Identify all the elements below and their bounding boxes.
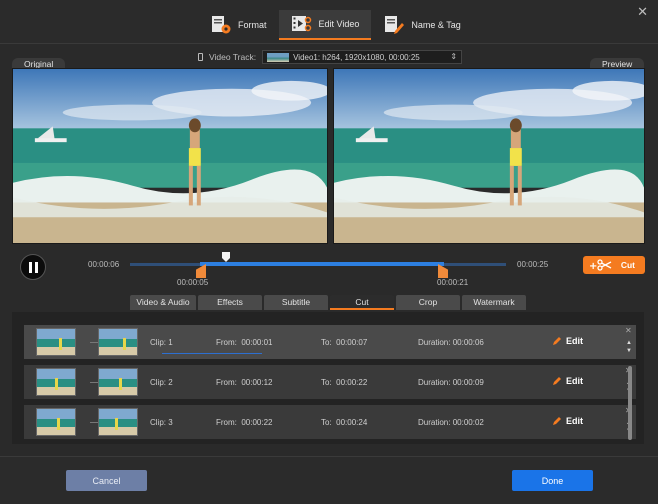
video-track-icon <box>198 53 203 61</box>
video-track-select[interactable]: Video1: h264, 1920x1080, 00:00:25 ⇕ <box>262 50 463 64</box>
timeline-selection <box>200 262 444 266</box>
done-button[interactable]: Done <box>512 470 593 491</box>
clip-label: Clip: 3 <box>150 418 173 427</box>
clip-progress-underline <box>162 353 262 354</box>
clip-to: To: 00:00:22 <box>321 378 368 387</box>
clip-start-thumbnail <box>36 328 76 356</box>
clip-to-value: 00:00:24 <box>336 418 368 427</box>
tab-video-audio[interactable]: Video & Audio <box>130 295 196 310</box>
edit-label: Edit <box>566 336 583 346</box>
cancel-button[interactable]: Cancel <box>66 470 147 491</box>
beach-scene-image <box>13 69 327 243</box>
video-track-row: Video Track: Video1: h264, 1920x1080, 00… <box>198 50 463 64</box>
clip-label: Clip: 2 <box>150 378 173 387</box>
video-track-thumbnail <box>267 52 290 62</box>
tab-effects[interactable]: Effects <box>198 295 262 310</box>
move-down-icon[interactable]: ▼ <box>626 348 632 354</box>
cut-button[interactable]: + Cut <box>583 256 645 274</box>
svg-text:+: + <box>589 261 597 271</box>
clip-from: From: 00:00:22 <box>216 418 273 427</box>
original-video <box>12 68 328 244</box>
main-tabs: Format Edit Video Name & Tag <box>198 10 473 40</box>
preview-video <box>333 68 645 244</box>
edit-label: Edit <box>566 376 583 386</box>
total-time: 00:00:25 <box>517 260 549 269</box>
clip-to-value: 00:00:07 <box>336 338 368 347</box>
pencil-icon <box>553 377 561 385</box>
tab-crop[interactable]: Crop <box>396 295 460 310</box>
pause-icon-bar <box>34 261 38 273</box>
clip-start-thumbnail <box>36 408 76 436</box>
clip-list-scrollbar[interactable] <box>628 366 632 440</box>
pause-icon-bar <box>28 261 32 273</box>
playhead-handle[interactable] <box>222 252 230 262</box>
clip-from-value: 00:00:12 <box>241 378 273 387</box>
clip-from-value: 00:00:01 <box>241 338 273 347</box>
scissors-icon: + <box>589 259 612 271</box>
clip-from: From: 00:00:01 <box>216 338 273 347</box>
video-track-value: Video1: h264, 1920x1080, 00:00:25 <box>293 52 420 62</box>
clip-number: 3 <box>168 418 173 427</box>
clip-duration-value: 00:00:06 <box>452 338 484 347</box>
end-trim-handle[interactable] <box>438 264 448 278</box>
video-track-label: Video Track: <box>209 52 257 62</box>
edit-clip-button[interactable]: Edit <box>552 416 583 426</box>
tab-format[interactable]: Format <box>198 10 279 40</box>
move-up-icon[interactable]: ▲ <box>626 340 632 346</box>
current-time: 00:00:06 <box>88 260 120 269</box>
cut-button-label: Cut <box>620 260 635 270</box>
format-icon <box>212 16 231 34</box>
clip-end-thumbnail <box>98 328 138 356</box>
clip-row[interactable]: Clip: 1 From: 00:00:01 To: 00:00:07 Dura… <box>24 325 636 359</box>
clip-row[interactable]: Clip: 2 From: 00:00:12 To: 00:00:22 Dura… <box>24 365 636 399</box>
clip-number: 2 <box>168 378 173 387</box>
clip-duration: Duration: 00:00:06 <box>418 338 484 347</box>
edit-video-icon <box>291 16 311 32</box>
clip-from: From: 00:00:12 <box>216 378 273 387</box>
start-marker-time: 00:00:05 <box>177 278 209 287</box>
clip-duration-value: 00:00:09 <box>452 378 484 387</box>
pause-button[interactable] <box>20 254 46 280</box>
clip-end-thumbnail <box>98 408 138 436</box>
clip-row[interactable]: Clip: 3 From: 00:00:22 To: 00:00:24 Dura… <box>24 405 636 439</box>
chevron-updown-icon: ⇕ <box>450 52 458 61</box>
clip-label: Clip: 1 <box>150 338 173 347</box>
start-trim-handle[interactable] <box>196 264 206 278</box>
close-icon[interactable]: ✕ <box>637 4 648 20</box>
pencil-icon <box>553 417 561 425</box>
clip-duration: Duration: 00:00:09 <box>418 378 484 387</box>
clip-to: To: 00:00:24 <box>321 418 368 427</box>
name-tag-icon <box>385 16 405 34</box>
clip-to-value: 00:00:22 <box>336 378 368 387</box>
tab-watermark[interactable]: Watermark <box>462 295 526 310</box>
edit-tabs: Video & Audio Effects Subtitle Cut Crop … <box>130 295 526 310</box>
remove-clip-icon[interactable]: ✕ <box>625 326 632 335</box>
clip-to: To: 00:00:07 <box>321 338 368 347</box>
end-marker-time: 00:00:21 <box>437 278 469 287</box>
tab-cut[interactable]: Cut <box>330 295 394 310</box>
tab-format-label: Format <box>238 20 267 30</box>
tab-edit-video-label: Edit Video <box>318 19 360 29</box>
tab-name-tag-label: Name & Tag <box>411 20 461 30</box>
edit-label: Edit <box>566 416 583 426</box>
edit-clip-button[interactable]: Edit <box>552 376 583 386</box>
clip-duration: Duration: 00:00:02 <box>418 418 484 427</box>
tab-subtitle[interactable]: Subtitle <box>264 295 328 310</box>
footer: Cancel Done <box>0 456 658 504</box>
beach-scene-preview-image <box>334 69 644 243</box>
pencil-icon <box>553 337 561 345</box>
clip-number: 1 <box>168 338 173 347</box>
clip-duration-value: 00:00:02 <box>452 418 484 427</box>
edit-clip-button[interactable]: Edit <box>552 336 583 346</box>
clip-end-thumbnail <box>98 368 138 396</box>
clip-from-value: 00:00:22 <box>241 418 273 427</box>
tab-name-tag[interactable]: Name & Tag <box>371 10 472 40</box>
top-bar: Format Edit Video Name & Tag ✕ <box>0 0 658 44</box>
clip-list-panel: Clip: 1 From: 00:00:01 To: 00:00:07 Dura… <box>12 312 644 444</box>
player-controls: 00:00:06 00:00:05 00:00:21 00:00:25 + Cu… <box>0 246 658 296</box>
tab-edit-video[interactable]: Edit Video <box>278 10 372 40</box>
clip-start-thumbnail <box>36 368 76 396</box>
